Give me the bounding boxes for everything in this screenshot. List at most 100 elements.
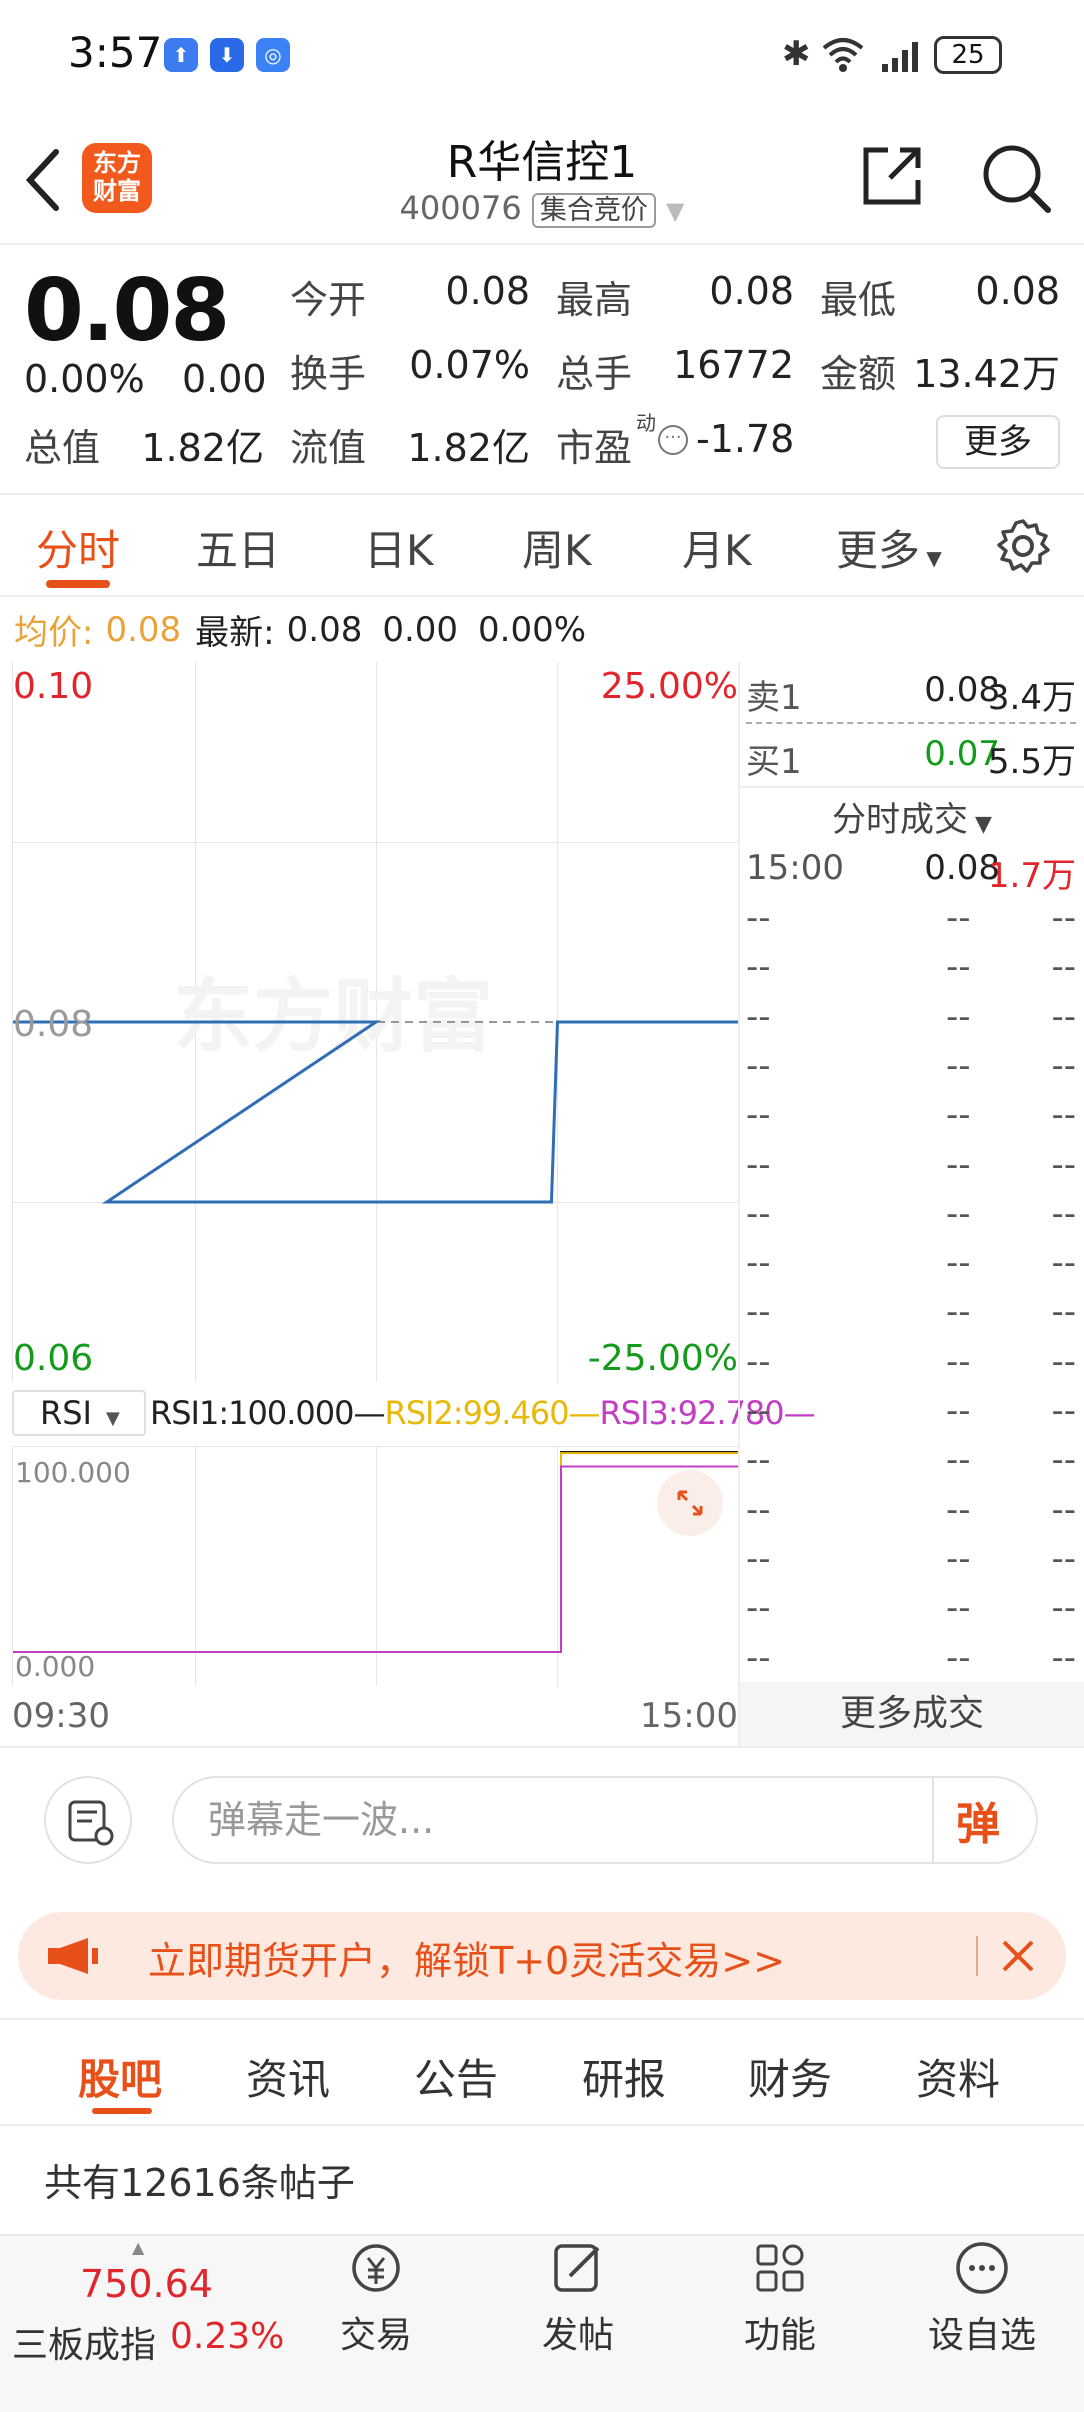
tab-finance[interactable]: 财务 bbox=[748, 2046, 832, 2107]
empty-cell: -- bbox=[1051, 1538, 1076, 1579]
search-icon[interactable] bbox=[980, 142, 1052, 214]
stock-header: 东方 财富 R华信控1 400076 集合竞价 ▼ bbox=[0, 110, 1084, 245]
intraday-chart[interactable]: 东方财富 0.10 0.08 0.06 25.00% -25.00% bbox=[12, 662, 739, 1382]
index-change-pct[interactable]: 0.23% bbox=[170, 2316, 284, 2357]
nav-add-watchlist[interactable]: 设自选 bbox=[912, 2240, 1052, 2358]
price-line-svg bbox=[13, 1020, 739, 1204]
download-notification-icon: ⬇ bbox=[210, 38, 244, 72]
empty-cell: -- bbox=[946, 1341, 971, 1382]
price-line bbox=[13, 1020, 739, 1204]
time-axis: 09:30 15:00 bbox=[12, 1696, 738, 1746]
amount-value: 13.42万 bbox=[913, 352, 1060, 396]
tab-guba[interactable]: 股吧 bbox=[78, 2046, 162, 2107]
clock: 3:57 bbox=[68, 28, 163, 77]
empty-cell: -- bbox=[746, 1538, 771, 1579]
tab-five-day[interactable]: 五日 bbox=[196, 517, 280, 578]
nav-functions[interactable]: 功能 bbox=[710, 2240, 850, 2358]
danmu-send-button[interactable]: 弹 bbox=[956, 1788, 1000, 1852]
tab-intraday[interactable]: 分时 bbox=[36, 517, 120, 578]
amount-label: 金额 bbox=[820, 352, 897, 396]
time-end: 15:00 bbox=[640, 1696, 738, 1736]
empty-cell: -- bbox=[946, 1095, 971, 1136]
tab-announcements[interactable]: 公告 bbox=[414, 2046, 498, 2107]
auction-tag: 集合竞价 bbox=[531, 193, 656, 228]
grid-icon bbox=[756, 2244, 804, 2292]
indicator-selector[interactable]: RSI ▼ bbox=[12, 1390, 146, 1436]
rsi-chart[interactable]: 100.000 0.000 bbox=[12, 1446, 739, 1686]
tab-profile[interactable]: 资料 bbox=[916, 2046, 1000, 2107]
tick-volume: 1.7万 bbox=[987, 856, 1076, 896]
battery-indicator: 25 bbox=[934, 36, 1002, 74]
empty-cell: -- bbox=[746, 996, 771, 1037]
tab-news[interactable]: 资讯 bbox=[246, 2046, 330, 2107]
empty-cell: -- bbox=[946, 1243, 971, 1284]
empty-cell: -- bbox=[746, 1489, 771, 1530]
more-ticks-button[interactable]: 更多成交 bbox=[740, 1682, 1084, 1748]
promo-banner[interactable]: 立即期货开户，解锁T+0灵活交易>> bbox=[18, 1912, 1066, 2000]
tick-time: 15:00 bbox=[746, 848, 844, 888]
stock-code: 400076 bbox=[399, 189, 522, 227]
tick-row-empty: -- -- -- bbox=[746, 1194, 1076, 1240]
tick-row-empty: -- -- -- bbox=[746, 1440, 1076, 1486]
pe-label: 市盈 bbox=[556, 426, 633, 470]
sell-1-volume: 3.4万 bbox=[987, 678, 1076, 718]
tick-row-empty: -- -- -- bbox=[746, 1145, 1076, 1191]
tab-monthly-k[interactable]: 月K bbox=[682, 517, 752, 578]
empty-cell: -- bbox=[1051, 1637, 1076, 1678]
settings-gear-icon[interactable] bbox=[994, 517, 1052, 575]
trade-icon bbox=[352, 2244, 400, 2292]
change-value: 0.00 bbox=[182, 357, 267, 401]
ticks-header[interactable]: 分时成交 ▼ bbox=[740, 792, 1084, 841]
index-name[interactable]: 三板成指 bbox=[12, 2316, 156, 2368]
y-axis-mid: 0.08 bbox=[13, 1004, 94, 1045]
expand-icon[interactable] bbox=[657, 1470, 723, 1536]
nav-trade[interactable]: 交易 bbox=[306, 2240, 446, 2358]
empty-cell: -- bbox=[1051, 898, 1076, 938]
pe-dynamic-sup: 动 bbox=[636, 411, 656, 435]
avg-value: 0.08 bbox=[105, 609, 182, 650]
latest-change-pct: 0.00% bbox=[478, 609, 587, 650]
empty-cell: -- bbox=[1051, 1095, 1076, 1136]
tick-row-empty: -- -- -- bbox=[746, 1391, 1076, 1437]
empty-cell: -- bbox=[1051, 1489, 1076, 1530]
browser-notification-icon: ◎ bbox=[256, 38, 290, 72]
empty-cell: -- bbox=[746, 1095, 771, 1136]
caret-down-icon: ▼ bbox=[105, 1408, 120, 1429]
index-value[interactable]: 750.64 bbox=[80, 2262, 213, 2306]
empty-cell: -- bbox=[746, 1045, 771, 1086]
empty-cell: -- bbox=[946, 996, 971, 1037]
tab-more[interactable]: 更多 ▼ bbox=[836, 517, 942, 578]
nav-post[interactable]: 发帖 bbox=[508, 2240, 648, 2358]
tick-row-empty: -- -- -- bbox=[746, 997, 1076, 1043]
latest-label: 最新: bbox=[195, 613, 275, 653]
wifi-icon bbox=[822, 38, 864, 72]
tab-research[interactable]: 研报 bbox=[582, 2046, 666, 2107]
caret-up-icon: ▲ bbox=[132, 2238, 145, 2257]
nav-functions-label: 功能 bbox=[743, 2315, 816, 2356]
danmu-settings-icon[interactable] bbox=[44, 1776, 132, 1864]
chart-tabs: 分时 五日 日K 周K 月K 更多 ▼ bbox=[0, 495, 1084, 597]
tick-row-empty: -- -- -- bbox=[746, 1638, 1076, 1684]
rsi-legend: RSI ▼ RSI1:100.000—RSI2:99.460—RSI3:92.78… bbox=[12, 1390, 816, 1438]
edit-icon bbox=[554, 2244, 600, 2292]
more-quote-button[interactable]: 更多 bbox=[936, 415, 1060, 469]
share-icon[interactable] bbox=[860, 144, 924, 208]
quote-panel: 0.08 0.00% 0.00 今开 0.08 最高 0.08 最低 0.08 … bbox=[0, 245, 1084, 495]
tab-active-indicator bbox=[46, 580, 110, 588]
pe-value: -1.78 bbox=[696, 417, 795, 461]
more-circle-icon bbox=[956, 2242, 1008, 2294]
status-bar: 3:57 ⬆ ⬇ ◎ ✱ 25 bbox=[0, 0, 1084, 110]
empty-cell: -- bbox=[1051, 947, 1076, 988]
sell-1-row: 卖1 0.08 3.4万 bbox=[746, 670, 1076, 718]
caret-down-icon: ▼ bbox=[968, 812, 992, 837]
empty-cell: -- bbox=[946, 1292, 971, 1333]
tab-weekly-k[interactable]: 周K bbox=[522, 517, 592, 578]
close-icon[interactable] bbox=[1000, 1938, 1036, 1974]
danmu-input[interactable]: 弹幕走一波... bbox=[172, 1776, 1038, 1864]
empty-cell: -- bbox=[746, 1144, 771, 1185]
tick-row-empty: -- -- -- bbox=[746, 1292, 1076, 1338]
low-label: 最低 bbox=[820, 278, 897, 322]
more-dots-icon[interactable]: ··· bbox=[658, 425, 688, 455]
bluetooth-icon: ✱ bbox=[782, 34, 811, 74]
tab-daily-k[interactable]: 日K bbox=[364, 517, 434, 578]
